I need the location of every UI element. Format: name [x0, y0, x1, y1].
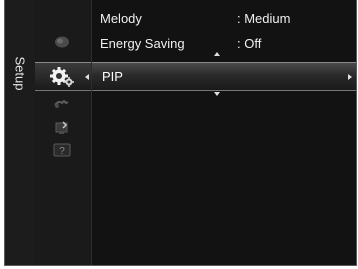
selected-category-background — [35, 62, 91, 91]
menu-item-energy-saving[interactable]: Energy Saving : Off — [92, 34, 356, 54]
menu-item-value: : Medium — [237, 11, 291, 26]
menu-item-label: PIP — [102, 69, 123, 84]
menu-item-label: Energy Saving — [100, 36, 185, 51]
sound-icon[interactable] — [49, 96, 75, 114]
category-title: Setup — [6, 50, 34, 96]
setup-gear-icon[interactable] — [48, 64, 76, 89]
picture-icon[interactable] — [49, 32, 75, 52]
menu-item-pip[interactable]: PIP — [85, 62, 356, 91]
right-arrow-icon — [348, 74, 352, 80]
support-help-icon[interactable]: ? — [50, 140, 74, 160]
setup-menu-panel: Setup ? Melody: Medium Energy Saving: … — [4, 0, 357, 266]
input-icon[interactable] — [51, 118, 73, 138]
svg-text:?: ? — [59, 146, 65, 157]
menu-list: Melody : Medium Energy Saving : Off — [92, 0, 356, 265]
menu-item-value: : Off — [237, 36, 262, 51]
menu-category-column: Setup — [5, 0, 35, 265]
menu-item-melody[interactable]: Melody : Medium — [92, 9, 356, 29]
scroll-up-icon[interactable] — [213, 51, 221, 57]
category-title-text: Setup — [12, 56, 28, 90]
tv-screen: Setup ? Melody: Medium Energy Saving: … — [0, 0, 358, 269]
scroll-down-icon[interactable] — [213, 91, 221, 97]
menu-item-label: Melody — [100, 11, 142, 26]
left-arrow-icon — [85, 74, 89, 80]
